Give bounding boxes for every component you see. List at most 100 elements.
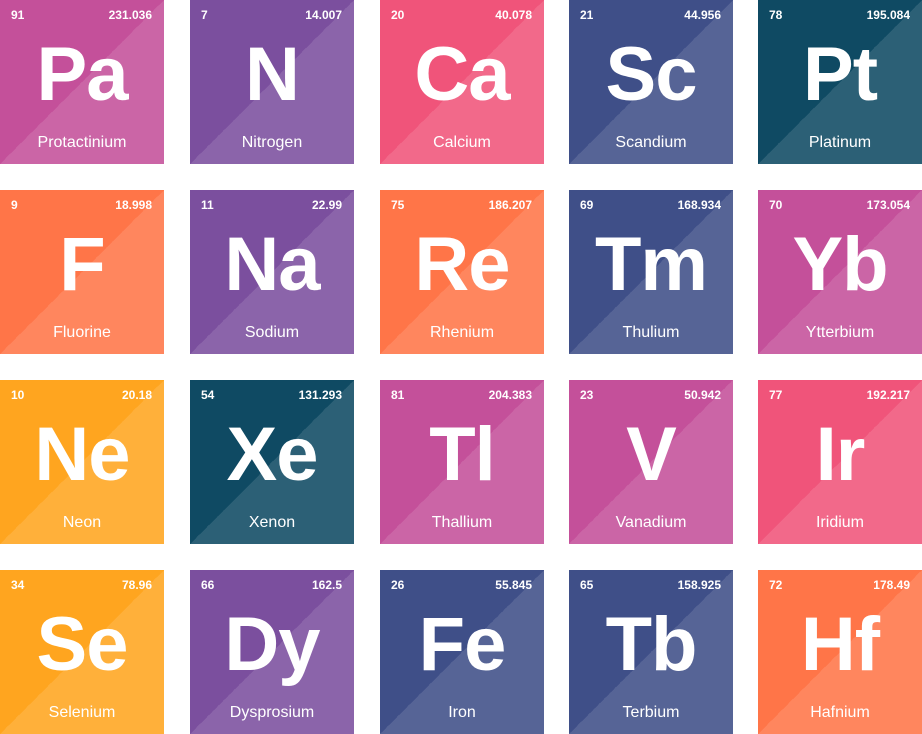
element-name: Selenium: [48, 704, 116, 721]
element-tile-neon: 10 20.18 Ne Neon: [0, 380, 164, 544]
atomic-number: 10: [11, 388, 25, 402]
element-symbol: N: [245, 32, 300, 117]
element-tile-vanadium: 23 50.942 V Vanadium: [569, 380, 733, 544]
element-tile-nitrogen: 7 14.007 N Nitrogen: [190, 0, 354, 164]
element-name: Fluorine: [53, 324, 111, 341]
atomic-mass: 44.956: [684, 8, 721, 22]
atomic-number: 9: [11, 198, 18, 212]
element-name: Thallium: [431, 514, 493, 531]
atomic-number: 7: [201, 8, 208, 22]
element-symbol: Tl: [429, 412, 496, 497]
element-tile-sodium: 11 22.99 Na Sodium: [190, 190, 354, 354]
atomic-mass: 55.845: [495, 578, 532, 592]
atomic-mass: 173.054: [866, 198, 910, 212]
atomic-number: 21: [580, 8, 594, 22]
atomic-number: 72: [769, 578, 783, 592]
element-tile-thallium: 81 204.383 Tl Thallium: [380, 380, 544, 544]
element-tile-iridium: 77 192.217 Ir Iridium: [758, 380, 922, 544]
atomic-number: 66: [201, 578, 215, 592]
element-tile-scandium: 21 44.956 Sc Scandium: [569, 0, 733, 164]
element-name: Ytterbium: [805, 324, 875, 341]
atomic-number: 77: [769, 388, 783, 402]
element-symbol: Ir: [815, 412, 866, 497]
element-symbol: Pt: [803, 32, 878, 117]
atomic-number: 65: [580, 578, 594, 592]
atomic-mass: 162.5: [311, 578, 342, 592]
element-tile-thulium: 69 168.934 Tm Thulium: [569, 190, 733, 354]
atomic-number: 26: [391, 578, 405, 592]
element-tile-hafnium: 72 178.49 Hf Hafnium: [758, 570, 922, 734]
atomic-number: 20: [391, 8, 405, 22]
atomic-number: 23: [580, 388, 594, 402]
atomic-number: 69: [580, 198, 594, 212]
atomic-number: 91: [11, 8, 25, 22]
element-symbol: Tb: [605, 602, 698, 687]
element-name: Terbium: [622, 704, 680, 721]
element-symbol: Sc: [605, 32, 698, 117]
element-symbol: F: [59, 222, 105, 307]
element-name: Thulium: [622, 324, 680, 341]
element-name: Iron: [448, 704, 476, 721]
atomic-mass: 204.383: [488, 388, 532, 402]
element-name: Sodium: [244, 324, 300, 341]
atomic-mass: 40.078: [495, 8, 532, 22]
atomic-mass: 22.99: [311, 198, 342, 212]
element-symbol: Fe: [418, 602, 507, 687]
element-tile-iron: 26 55.845 Fe Iron: [380, 570, 544, 734]
atomic-number: 54: [201, 388, 215, 402]
atomic-mass: 14.007: [305, 8, 342, 22]
element-symbol: Pa: [36, 32, 129, 117]
atomic-number: 11: [201, 198, 214, 212]
element-name: Hafnium: [810, 704, 870, 721]
atomic-mass: 178.49: [873, 578, 910, 592]
element-name: Protactinium: [37, 134, 127, 151]
element-grid: 91 231.036 Pa Protactinium 7 14.007 N Nitrogen 2…: [0, 0, 922, 734]
element-name: Nitrogen: [241, 134, 303, 151]
element-name: Platinum: [808, 134, 872, 151]
atomic-mass: 131.293: [298, 388, 342, 402]
atomic-mass: 195.084: [866, 8, 910, 22]
element-symbol: Na: [224, 222, 320, 307]
element-tile-selenium: 34 78.96 Se Selenium: [0, 570, 164, 734]
element-symbol: Ca: [414, 32, 510, 117]
element-tile-terbium: 65 158.925 Tb Terbium: [569, 570, 733, 734]
element-name: Iridium: [815, 514, 864, 531]
atomic-mass: 231.036: [108, 8, 152, 22]
element-name: Vanadium: [615, 514, 687, 531]
atomic-mass: 50.942: [684, 388, 721, 402]
element-name: Calcium: [433, 134, 491, 151]
element-symbol: Tm: [595, 222, 708, 307]
element-name: Dysprosium: [229, 704, 315, 721]
element-symbol: V: [626, 412, 677, 497]
element-tile-ytterbium: 70 173.054 Yb Ytterbium: [758, 190, 922, 354]
atomic-mass: 78.96: [121, 578, 152, 592]
atomic-mass: 186.207: [488, 198, 532, 212]
atomic-mass: 158.925: [677, 578, 721, 592]
element-name: Scandium: [615, 134, 687, 151]
element-symbol: Yb: [792, 222, 888, 307]
element-name: Rhenium: [429, 324, 495, 341]
element-tile-dysprosium: 66 162.5 Dy Dysprosium: [190, 570, 354, 734]
element-symbol: Ne: [34, 412, 130, 497]
element-symbol: Re: [414, 222, 510, 307]
element-symbol: Dy: [224, 602, 320, 687]
element-name: Xenon: [248, 514, 296, 531]
atomic-mass: 192.217: [866, 388, 910, 402]
atomic-number: 78: [769, 8, 783, 22]
atomic-mass: 20.18: [121, 388, 152, 402]
atomic-number: 75: [391, 198, 405, 212]
atomic-number: 34: [11, 578, 25, 592]
element-name: Neon: [62, 514, 102, 531]
atomic-number: 70: [769, 198, 783, 212]
element-symbol: Se: [36, 602, 129, 687]
element-tile-rhenium: 75 186.207 Re Rhenium: [380, 190, 544, 354]
element-tile-platinum: 78 195.084 Pt Platinum: [758, 0, 922, 164]
atomic-number: 81: [391, 388, 405, 402]
element-tile-fluorine: 9 18.998 F Fluorine: [0, 190, 164, 354]
element-tile-protactinium: 91 231.036 Pa Protactinium: [0, 0, 164, 164]
atomic-mass: 18.998: [115, 198, 152, 212]
atomic-mass: 168.934: [677, 198, 721, 212]
element-tile-xenon: 54 131.293 Xe Xenon: [190, 380, 354, 544]
element-symbol: Xe: [226, 412, 319, 497]
element-tile-calcium: 20 40.078 Ca Calcium: [380, 0, 544, 164]
